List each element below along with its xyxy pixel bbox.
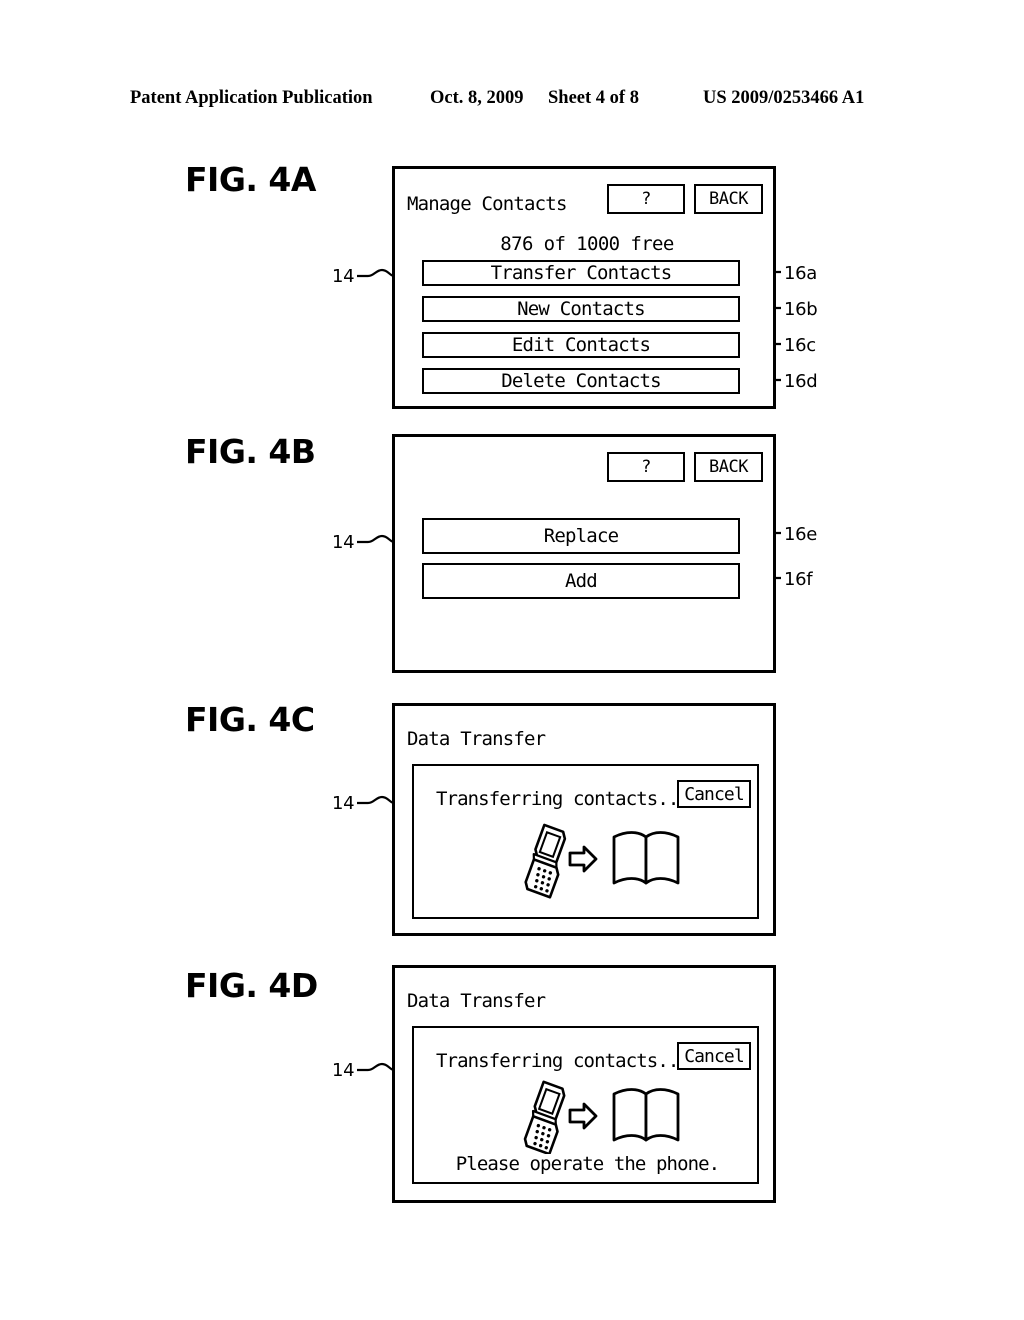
transfer-status-text-fig4d: Transferring contacts... xyxy=(436,1050,690,1072)
help-button-fig4a[interactable]: ? xyxy=(607,184,685,214)
right-arrow-icon xyxy=(568,845,598,873)
operate-phone-note: Please operate the phone. xyxy=(455,1153,720,1175)
ref-numeral-16f: 16f xyxy=(784,569,813,590)
screen-fig4b: ? BACK Replace Add xyxy=(392,434,776,673)
screen-title-data-transfer-fig4d: Data Transfer xyxy=(407,990,546,1012)
flip-phone-icon xyxy=(523,1080,566,1154)
back-button-fig4b[interactable]: BACK xyxy=(694,452,763,482)
screen-fig4c: Data Transfer Transferring contacts... C… xyxy=(392,703,776,936)
transfer-dialog-panel-fig4d: Transferring contacts... Cancel Please o… xyxy=(412,1026,759,1184)
figure-label-4d: FIG. 4D xyxy=(185,966,318,1005)
open-book-icon xyxy=(612,1088,680,1142)
free-capacity-label: 876 of 1000 free xyxy=(500,233,674,255)
transfer-icon-group-fig4d xyxy=(523,1080,680,1154)
ref-numeral-16e: 16e xyxy=(784,524,818,545)
ref-numeral-16c: 16c xyxy=(784,335,816,356)
menu-button-edit-contacts[interactable]: Edit Contacts xyxy=(422,332,740,358)
cancel-button-fig4c[interactable]: Cancel xyxy=(677,780,751,808)
header-patent-number: US 2009/0253466 A1 xyxy=(703,88,865,108)
ref-numeral-14-fig4b: 14 xyxy=(332,532,355,553)
flip-phone-icon xyxy=(524,823,567,899)
screen-title-data-transfer-fig4c: Data Transfer xyxy=(407,728,546,750)
header-date: Oct. 8, 2009 xyxy=(430,88,524,108)
ref-numeral-14-fig4d: 14 xyxy=(332,1060,355,1081)
transfer-dialog-panel-fig4c: Transferring contacts... Cancel xyxy=(412,764,759,919)
ref-numeral-14-fig4a: 14 xyxy=(332,266,355,287)
transfer-status-text-fig4c: Transferring contacts... xyxy=(436,788,690,810)
menu-button-delete-contacts[interactable]: Delete Contacts xyxy=(422,368,740,394)
transfer-icon-group-fig4c xyxy=(524,823,680,899)
menu-button-transfer-contacts[interactable]: Transfer Contacts xyxy=(422,260,740,286)
figure-label-4a: FIG. 4A xyxy=(185,160,316,199)
screen-fig4a: Manage Contacts ? BACK 876 of 1000 free … xyxy=(392,166,776,409)
open-book-icon xyxy=(612,831,680,885)
ref-numeral-16a: 16a xyxy=(784,263,818,284)
menu-button-new-contacts[interactable]: New Contacts xyxy=(422,296,740,322)
figure-label-4b: FIG. 4B xyxy=(185,432,316,471)
screen-fig4d: Data Transfer Transferring contacts... C… xyxy=(392,965,776,1203)
menu-button-replace[interactable]: Replace xyxy=(422,518,740,554)
right-arrow-icon xyxy=(568,1102,598,1130)
page-header: Patent Application Publication Oct. 8, 2… xyxy=(0,88,1024,114)
ref-numeral-16d: 16d xyxy=(784,371,818,392)
back-button-fig4a[interactable]: BACK xyxy=(694,184,763,214)
help-button-fig4b[interactable]: ? xyxy=(607,452,685,482)
header-publication: Patent Application Publication xyxy=(130,88,373,108)
ref-numeral-14-fig4c: 14 xyxy=(332,793,355,814)
screen-title-manage-contacts: Manage Contacts xyxy=(407,193,567,215)
ref-numeral-16b: 16b xyxy=(784,299,818,320)
menu-button-add[interactable]: Add xyxy=(422,563,740,599)
header-sheet: Sheet 4 of 8 xyxy=(548,88,639,108)
figure-label-4c: FIG. 4C xyxy=(185,700,315,739)
cancel-button-fig4d[interactable]: Cancel xyxy=(677,1042,751,1070)
